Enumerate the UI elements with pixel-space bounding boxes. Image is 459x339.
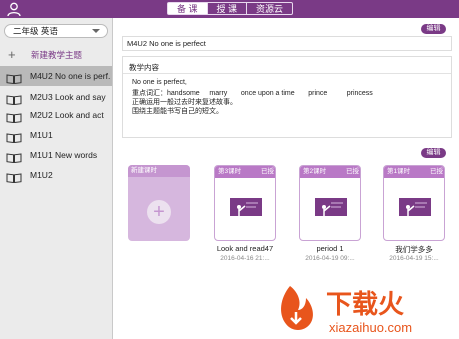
lesson-number: 第1课时 bbox=[387, 168, 411, 175]
sidebar-item-m4u2[interactable]: M4U2 No one is perf... bbox=[0, 66, 112, 86]
content-divider bbox=[123, 73, 451, 74]
edit-topic-button[interactable]: 编辑 bbox=[421, 24, 446, 34]
sidebar-item-label: M1U1 New words bbox=[30, 150, 98, 160]
sidebar-item-label: M1U1 bbox=[30, 130, 53, 140]
content-line: No one is perfect, bbox=[132, 79, 187, 86]
lesson-number: 第3课时 bbox=[218, 168, 242, 175]
lesson-title: 我们学多多 bbox=[395, 245, 433, 254]
top-bar: 备 课 授 课 资源云 bbox=[0, 0, 459, 18]
card-header: 第1课时 已授 bbox=[384, 166, 444, 178]
lesson-card[interactable]: 第2课时 已授 bbox=[299, 165, 361, 241]
lesson-title: Look and read47 bbox=[216, 244, 274, 253]
lesson-date: 2016-04-16 21:... bbox=[220, 255, 270, 262]
sidebar-item-label: M1U2 bbox=[30, 170, 53, 180]
edit-lessons-button[interactable]: 编辑 bbox=[421, 148, 446, 158]
book-icon bbox=[6, 92, 22, 106]
lesson-date: 2016-04-19 15:... bbox=[389, 255, 439, 262]
card-header: 第2课时 已授 bbox=[300, 166, 360, 178]
book-icon bbox=[6, 150, 22, 164]
tab-teach[interactable]: 授 课 bbox=[206, 2, 248, 15]
book-icon bbox=[6, 71, 22, 85]
sidebar-item-m1u1-new-words[interactable]: M1U1 New words bbox=[0, 145, 112, 165]
blackboard-teacher-icon bbox=[311, 197, 351, 223]
content-line: 围绕主题能书写自己的短文。 bbox=[132, 108, 223, 115]
book-icon bbox=[6, 130, 22, 144]
card-header: 新建课时 bbox=[128, 165, 190, 177]
lesson-card[interactable]: 第1课时 已授 bbox=[383, 165, 445, 241]
sidebar: 二年级 英语 + 新建教学主题 M4U2 No one is perf... M… bbox=[0, 18, 113, 339]
sidebar-item-m1u1[interactable]: M1U1 bbox=[0, 125, 112, 145]
sidebar-item-m2u3[interactable]: M2U3 Look and say bbox=[0, 87, 112, 107]
sidebar-item-label: M2U3 Look and say bbox=[30, 92, 106, 102]
sidebar-item-label: M4U2 No one is perf... bbox=[30, 71, 110, 81]
top-tabs: 备 课 授 课 资源云 bbox=[167, 2, 294, 15]
sidebar-item-m2u2[interactable]: M2U2 Look and act bbox=[0, 105, 112, 125]
tab-prepare[interactable]: 备 课 bbox=[167, 2, 208, 15]
grade-select-value: 二年级 英语 bbox=[13, 26, 58, 36]
new-lesson-card[interactable]: 新建课时 + bbox=[128, 165, 190, 241]
topic-title-field[interactable]: M4U2 No one is perfect bbox=[122, 36, 452, 51]
grade-select[interactable]: 二年级 英语 bbox=[4, 24, 108, 38]
new-lesson-label: 新建课时 bbox=[131, 167, 157, 174]
teaching-content-panel: 教学内容 No one is perfect, 重点词汇：handsome ma… bbox=[122, 56, 452, 138]
lesson-card[interactable]: 第3课时 已授 bbox=[214, 165, 276, 241]
card-header: 第3课时 已授 bbox=[215, 166, 275, 178]
tab-resource-cloud[interactable]: 资源云 bbox=[246, 2, 294, 15]
chevron-down-icon bbox=[92, 29, 100, 33]
content-heading: 教学内容 bbox=[129, 63, 159, 72]
new-topic-button[interactable]: + 新建教学主题 bbox=[0, 46, 112, 64]
watermark-logo: 下载火 xiazaihuo.com bbox=[276, 282, 454, 338]
watermark-brand: 下载火 bbox=[326, 290, 404, 320]
new-topic-label: 新建教学主题 bbox=[31, 50, 83, 60]
lesson-status: 已授 bbox=[430, 168, 443, 175]
blackboard-teacher-icon bbox=[226, 197, 266, 223]
lesson-status: 已授 bbox=[261, 168, 274, 175]
sidebar-item-m1u2[interactable]: M1U2 bbox=[0, 165, 112, 185]
user-icon[interactable] bbox=[6, 1, 22, 17]
plus-icon: + bbox=[147, 200, 171, 224]
sidebar-item-label: M2U2 Look and act bbox=[30, 110, 104, 120]
blackboard-teacher-icon bbox=[395, 197, 435, 223]
watermark-url: xiazaihuo.com bbox=[329, 320, 412, 335]
lesson-number: 第2课时 bbox=[303, 168, 327, 175]
lesson-date: 2016-04-19 09:... bbox=[305, 255, 355, 262]
lesson-title: period 1 bbox=[316, 244, 344, 253]
lesson-status: 已授 bbox=[346, 168, 359, 175]
plus-icon: + bbox=[8, 47, 16, 62]
book-icon bbox=[6, 110, 22, 124]
book-icon bbox=[6, 170, 22, 184]
